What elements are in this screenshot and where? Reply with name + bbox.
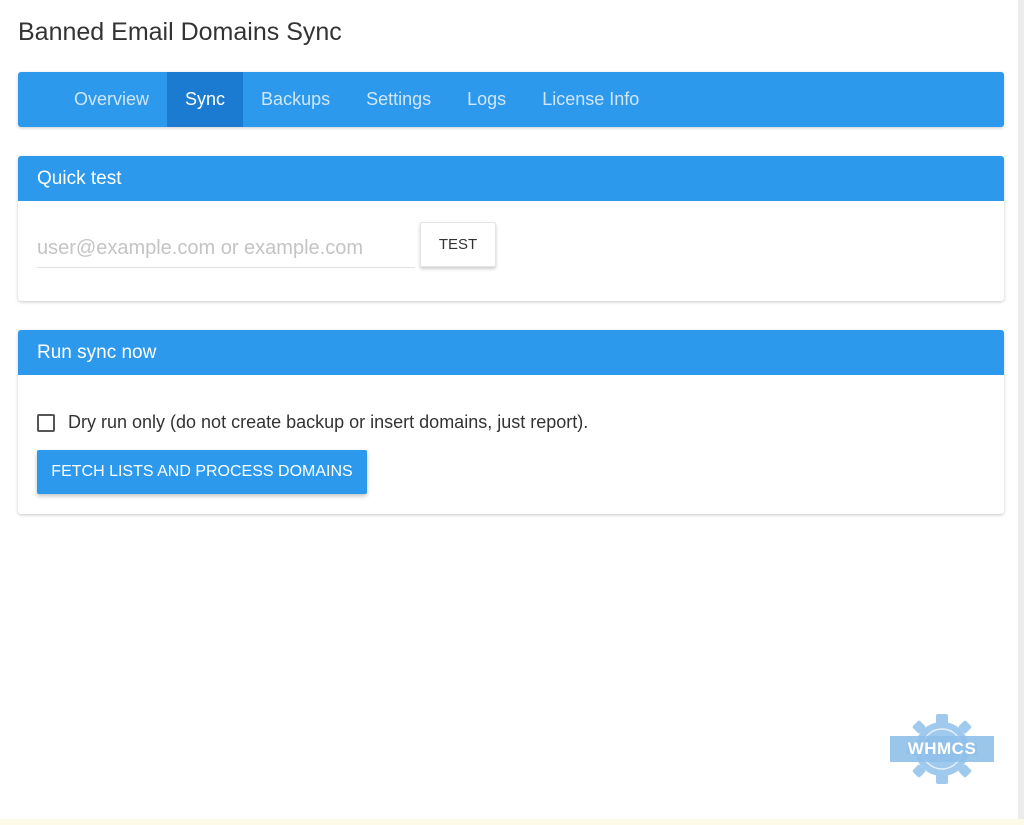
tab-settings[interactable]: Settings	[348, 72, 449, 127]
module-nav: Overview Sync Backups Settings Logs Lice…	[18, 72, 1004, 127]
dry-run-label: Dry run only (do not create backup or in…	[68, 412, 589, 432]
tab-license-info[interactable]: License Info	[524, 72, 657, 127]
tab-overview[interactable]: Overview	[56, 72, 167, 127]
dry-run-checkbox[interactable]	[37, 413, 55, 432]
fetch-and-process-button[interactable]: FETCH LISTS AND PROCESS DOMAINS	[37, 450, 367, 494]
quick-test-header: Quick test	[18, 156, 1004, 201]
whmcs-watermark-logo: WHMCS	[890, 706, 994, 792]
tab-backups[interactable]: Backups	[243, 72, 348, 127]
tab-sync[interactable]: Sync	[167, 72, 244, 127]
dry-run-option[interactable]: Dry run only (do not create backup or in…	[37, 412, 588, 433]
quick-test-panel: Quick test TEST	[18, 156, 1004, 301]
page-title: Banned Email Domains Sync	[18, 18, 342, 46]
watermark-text: WHMCS	[907, 739, 977, 758]
right-edge-strip	[1018, 0, 1024, 825]
test-button[interactable]: TEST	[420, 222, 496, 267]
test-email-input[interactable]	[37, 229, 415, 268]
tab-logs[interactable]: Logs	[449, 72, 524, 127]
run-sync-header: Run sync now	[18, 330, 1004, 375]
bottom-strip	[0, 819, 1024, 825]
run-sync-panel: Run sync now Dry run only (do not create…	[18, 330, 1004, 514]
